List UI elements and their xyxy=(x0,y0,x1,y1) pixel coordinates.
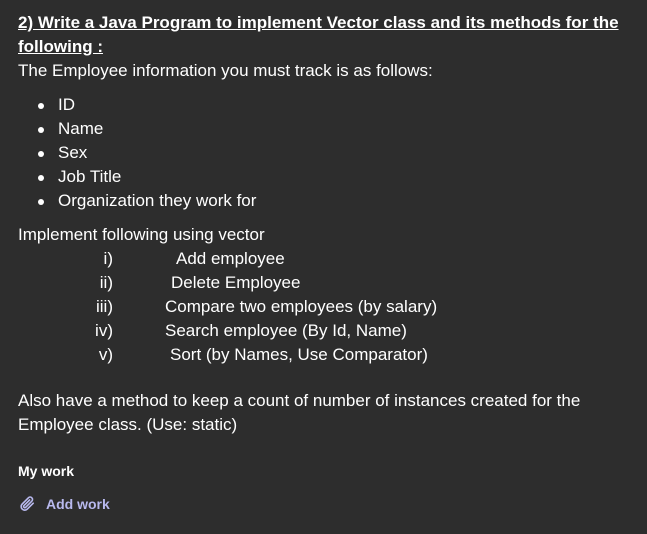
task-row: iii) Compare two employees (by salary) xyxy=(18,295,638,319)
add-work-button[interactable]: Add work xyxy=(18,494,110,514)
list-item: Sex xyxy=(38,141,638,165)
task-text: Delete Employee xyxy=(171,273,301,292)
task-number: iv) xyxy=(95,321,113,340)
implement-title: Implement following using vector xyxy=(18,225,265,244)
list-item: Job Title xyxy=(38,165,638,189)
task-row: ii) Delete Employee xyxy=(18,271,638,295)
static-count-note: Also have a method to keep a count of nu… xyxy=(18,391,581,434)
task-row: i) Add employee xyxy=(18,247,638,271)
list-item: ID xyxy=(38,93,638,117)
intro-text: The Employee information you must track … xyxy=(18,61,433,80)
task-number: ii) xyxy=(99,273,113,292)
employee-fields-list: ID Name Sex Job Title Organization they … xyxy=(18,93,638,213)
task-number: v) xyxy=(98,345,113,364)
task-text: Add employee xyxy=(176,249,285,268)
assignment-heading: 2) Write a Java Program to implement Vec… xyxy=(18,13,619,56)
task-text: Compare two employees (by salary) xyxy=(165,297,438,316)
task-row: iv) Search employee (By Id, Name) xyxy=(18,319,638,343)
task-list: i) Add employee ii) Delete Employee iii)… xyxy=(18,247,638,367)
task-text: Sort (by Names, Use Comparator) xyxy=(170,345,428,364)
my-work-title: My work xyxy=(18,463,75,479)
task-number: i) xyxy=(103,249,113,268)
list-item: Organization they work for xyxy=(38,189,638,213)
list-item: Name xyxy=(38,117,638,141)
task-number: iii) xyxy=(96,297,113,316)
assignment-instructions: 2) Write a Java Program to implement Vec… xyxy=(18,11,638,514)
task-row: v) Sort (by Names, Use Comparator) xyxy=(18,343,638,367)
paperclip-icon xyxy=(18,494,38,514)
add-work-label: Add work xyxy=(46,496,110,512)
task-text: Search employee (By Id, Name) xyxy=(165,321,407,340)
